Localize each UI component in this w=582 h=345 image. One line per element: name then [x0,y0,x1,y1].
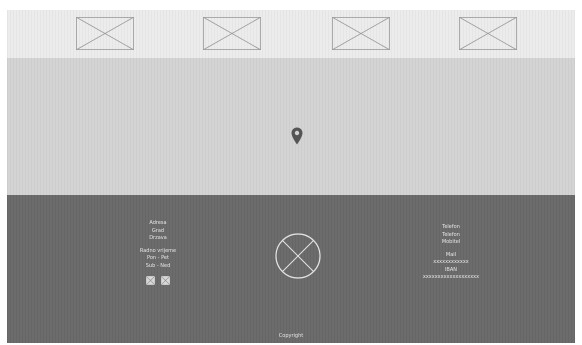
mail-label: Mail [445,251,457,258]
image-placeholder-icon[interactable] [76,17,134,50]
hours-weekend: Sub - Ned [145,262,171,269]
social-links [110,275,206,286]
address-line: Adresa [149,220,167,226]
logo-placeholder-icon [274,232,322,280]
social-placeholder-icon[interactable] [160,275,171,286]
image-gallery-strip [7,10,575,58]
image-placeholder-icon[interactable] [332,17,390,50]
map-pin-icon[interactable] [291,127,303,145]
hours-title: Radno vrijeme [139,247,177,254]
country-line: Drzava [149,235,167,241]
phone-line: Telefon [442,231,460,238]
iban-label: IBAN [444,266,458,273]
footer-contact-column: Telefon Telefon Mobitel Mail xxxxxxxxxxx… [392,224,510,282]
social-placeholder-icon[interactable] [145,275,156,286]
mail-value[interactable]: xxxxxxxxxxxx [392,259,510,267]
map-area[interactable] [7,58,575,195]
footer-address-column: Adresa Grad Drzava Radno vrijeme Pon - P… [110,220,206,286]
page-frame: Adresa Grad Drzava Radno vrijeme Pon - P… [7,10,575,343]
phone-line: Telefon [442,224,460,230]
footer: Adresa Grad Drzava Radno vrijeme Pon - P… [7,195,575,343]
iban-value: xxxxxxxxxxxxxxxxxxx [422,274,480,280]
city-line: Grad [151,227,165,234]
hours-weekdays: Pon - Pet [147,255,169,261]
image-placeholder-icon[interactable] [203,17,261,50]
copyright-text: Copyright [278,333,304,339]
image-placeholder-icon[interactable] [459,17,517,50]
mobile-line: Mobitel [441,239,461,245]
